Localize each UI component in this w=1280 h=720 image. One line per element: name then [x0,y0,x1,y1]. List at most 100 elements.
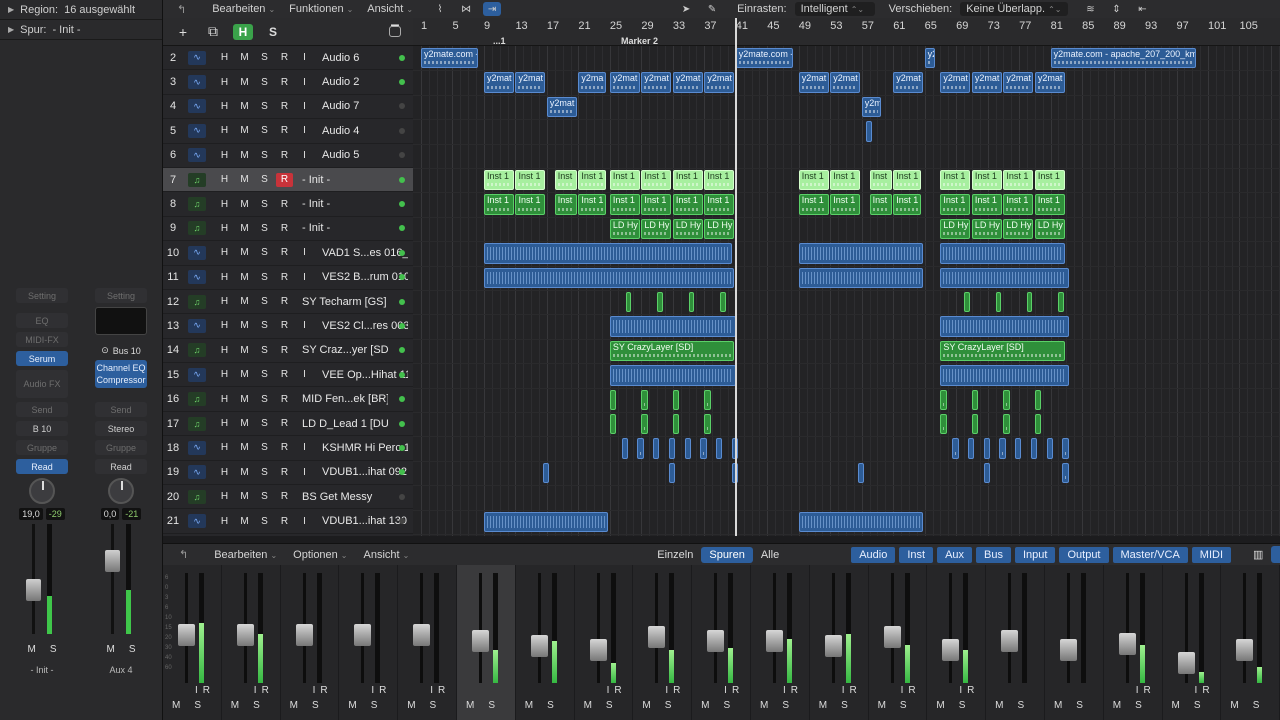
track-row[interactable]: 3 ∿ HMSRI Audio 2 [163,70,413,95]
solo-button[interactable]: S [1135,700,1142,711]
region[interactable]: y2mate.com - [421,48,479,69]
track-rec-button[interactable]: R [276,172,293,187]
marker-2[interactable]: Marker 2 [621,36,658,46]
track-mute-button[interactable]: M [236,75,253,89]
automation-mode[interactable]: Read [95,459,147,474]
region[interactable] [940,316,1069,337]
region[interactable] [684,438,691,459]
volume-fader[interactable] [765,630,783,653]
volume-fader[interactable] [1118,632,1136,655]
track-hide-button[interactable]: H [216,75,233,89]
track-name[interactable]: Audio 5 [322,149,408,161]
region[interactable]: LD Hy [1034,218,1065,240]
track-hide-button[interactable]: H [216,343,233,357]
mixer-filter-button[interactable]: Input [1015,546,1056,563]
waveform-icon[interactable]: ∿ [188,123,206,138]
solo-button[interactable]: S [488,700,495,711]
region[interactable]: Inst 1 [704,170,735,191]
track-mute-button[interactable]: M [236,417,253,431]
volume-fader[interactable] [1236,639,1254,661]
track-mute-button[interactable]: M [236,490,253,504]
mute-button[interactable]: M [27,644,35,655]
region[interactable]: Inst 1 [515,194,546,215]
region[interactable] [1034,389,1042,410]
mixer-filter-button[interactable]: Output [1059,546,1109,563]
region[interactable] [1003,414,1010,435]
midi-note-icon[interactable]: ♫ [188,489,206,504]
region[interactable]: Inst 1 [1003,170,1034,191]
track-name[interactable]: - Init - [302,222,388,234]
volume-fader[interactable] [354,624,372,647]
track-hide-button[interactable]: H [216,417,233,431]
region[interactable] [657,292,663,313]
plugin-channel-eq[interactable]: Channel EQ [96,362,145,374]
volume-fader[interactable] [1001,630,1019,653]
flex-icon[interactable]: ⋈ [457,2,475,16]
track-solo-button[interactable]: S [256,246,273,260]
input-record-buttons[interactable]: IR [313,685,333,696]
volume-fader[interactable] [413,624,431,647]
region[interactable]: LD Hy [672,218,703,240]
volume-fader[interactable] [589,639,607,661]
input-record-buttons[interactable]: IR [665,685,685,696]
volume-fader[interactable] [22,524,62,634]
solo-button[interactable]: S [430,700,437,711]
back-arrow-icon[interactable]: ↰ [177,3,186,16]
solo-button[interactable]: S [606,700,613,711]
track-row[interactable]: 18 ∿ HMSRI KSHMR Hi Perc 15 [163,436,413,461]
input-record-buttons[interactable]: IR [430,685,450,696]
track-rec-button[interactable]: R [276,99,293,113]
region[interactable] [798,511,924,532]
track-options-icon[interactable]: ▔ [389,26,401,37]
waveform-icon[interactable]: ∿ [188,318,206,333]
track-input-button[interactable]: I [296,465,313,479]
bus-input[interactable]: ⊙ Bus 10 [101,345,141,356]
region[interactable]: Inst 1 [830,194,861,215]
track-rec-button[interactable]: R [276,368,293,382]
track-rec-button[interactable]: R [276,319,293,333]
region[interactable]: Inst 1 [830,170,861,191]
region[interactable]: Inst 1 [483,194,514,215]
region[interactable]: Inst [554,194,577,215]
region[interactable] [1026,292,1033,313]
region[interactable] [609,389,617,410]
mixer-filter-button[interactable]: Aux [937,546,973,563]
record-enable-button[interactable]: R [614,685,626,696]
volume-fader[interactable] [883,625,901,648]
record-enable-button[interactable]: R [850,685,862,696]
waveform-icon[interactable]: ∿ [188,50,206,65]
midi-note-icon[interactable]: ♫ [188,392,206,407]
midi-note-icon[interactable]: ♫ [188,294,206,309]
region[interactable]: Inst 1 [798,194,829,215]
track-row[interactable]: 15 ∿ HMSRI VEE Op...Hihat 11 [163,363,413,388]
region[interactable] [964,292,970,313]
region[interactable]: LD Hy [641,218,672,240]
track-hide-button[interactable]: H [216,490,233,504]
solo-button[interactable]: S [1253,700,1260,711]
region[interactable]: Inst 1 [893,194,921,215]
region[interactable] [983,438,990,459]
record-enable-button[interactable]: R [791,685,803,696]
add-track-button[interactable]: + [173,24,193,40]
back-arrow-icon[interactable]: ↰ [179,548,188,561]
region[interactable] [672,414,680,435]
track-solo-button[interactable]: S [256,368,273,382]
disclosure-triangle-icon[interactable]: ▶ [8,25,14,34]
automation-mode[interactable]: Read [16,459,68,474]
input-monitor-button[interactable]: I [430,685,438,696]
track-input-button[interactable]: I [296,319,313,333]
setting-button[interactable]: Setting [16,288,68,303]
region[interactable]: Inst 1 [893,170,921,191]
region[interactable] [542,462,550,484]
input-record-buttons[interactable]: IR [254,685,274,696]
region[interactable]: y2mat [971,72,1002,93]
volume-fader[interactable] [236,624,254,647]
track-mute-button[interactable]: M [236,465,253,479]
track-name[interactable]: MID Fen...ek [BR] [302,393,388,405]
mute-button[interactable]: M [1230,700,1238,711]
region[interactable]: y2mat [641,72,672,93]
track-rec-button[interactable]: R [276,441,293,455]
region[interactable] [641,389,648,410]
solo-button[interactable]: S [782,700,789,711]
track-row[interactable]: 12 ♫ HMSR SY Techarm [GS] [163,290,413,315]
